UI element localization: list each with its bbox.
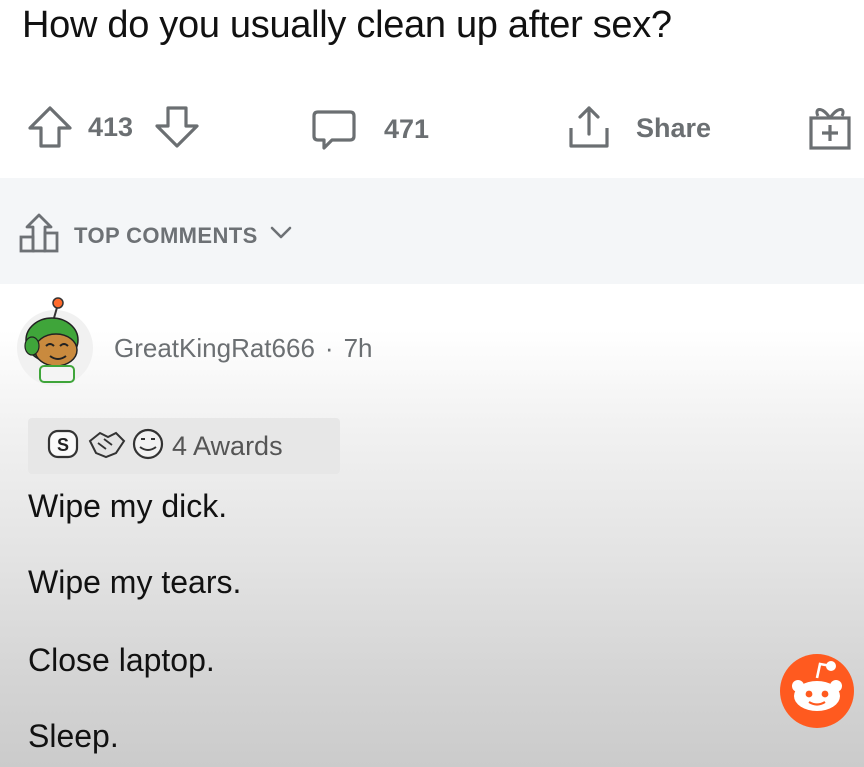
meta-separator: · [324,333,334,363]
snoo-icon[interactable] [776,650,858,732]
awards-badge[interactable]: S 4 Awards [28,418,340,474]
handshake-award-icon [86,427,126,466]
comment-line: Wipe my tears. [28,564,242,600]
silver-award-icon: S [46,427,80,466]
comments-button[interactable]: 471 [310,106,429,152]
svg-text:S: S [57,435,69,455]
avatar[interactable] [16,296,94,388]
share-label: Share [636,112,712,143]
comment-line: Close laptop. [28,642,215,678]
award-button[interactable] [806,102,854,152]
comment-line: Sleep. [28,718,119,754]
smile-award-icon [130,427,166,466]
sort-label: TOP COMMENTS [74,222,258,248]
chevron-down-icon [270,226,292,245]
gift-icon [806,102,854,152]
upvote-count: 413 [88,111,134,142]
comment-count: 471 [384,113,430,144]
sort-icon [18,212,60,259]
post-action-bar: 413 471 Share [0,96,864,166]
awards-count-label: 4 Awards [172,430,283,461]
comment-meta: GreatKingRat666 · 7h [114,333,373,364]
sort-dropdown[interactable]: TOP COMMENTS [18,212,292,259]
post-title: How do you usually clean up after sex? [22,4,672,46]
vote-group: 413 [26,104,201,150]
comment-sort-bar: TOP COMMENTS [0,178,864,284]
share-button[interactable]: Share [566,104,711,152]
comment-line: Wipe my dick. [28,488,228,524]
comment-icon [310,106,358,152]
upvote-icon[interactable] [26,104,74,150]
comment-age: 7h [343,333,373,363]
downvote-icon[interactable] [153,104,201,150]
comment-author[interactable]: GreatKingRat666 [114,333,315,363]
share-icon [566,104,612,152]
